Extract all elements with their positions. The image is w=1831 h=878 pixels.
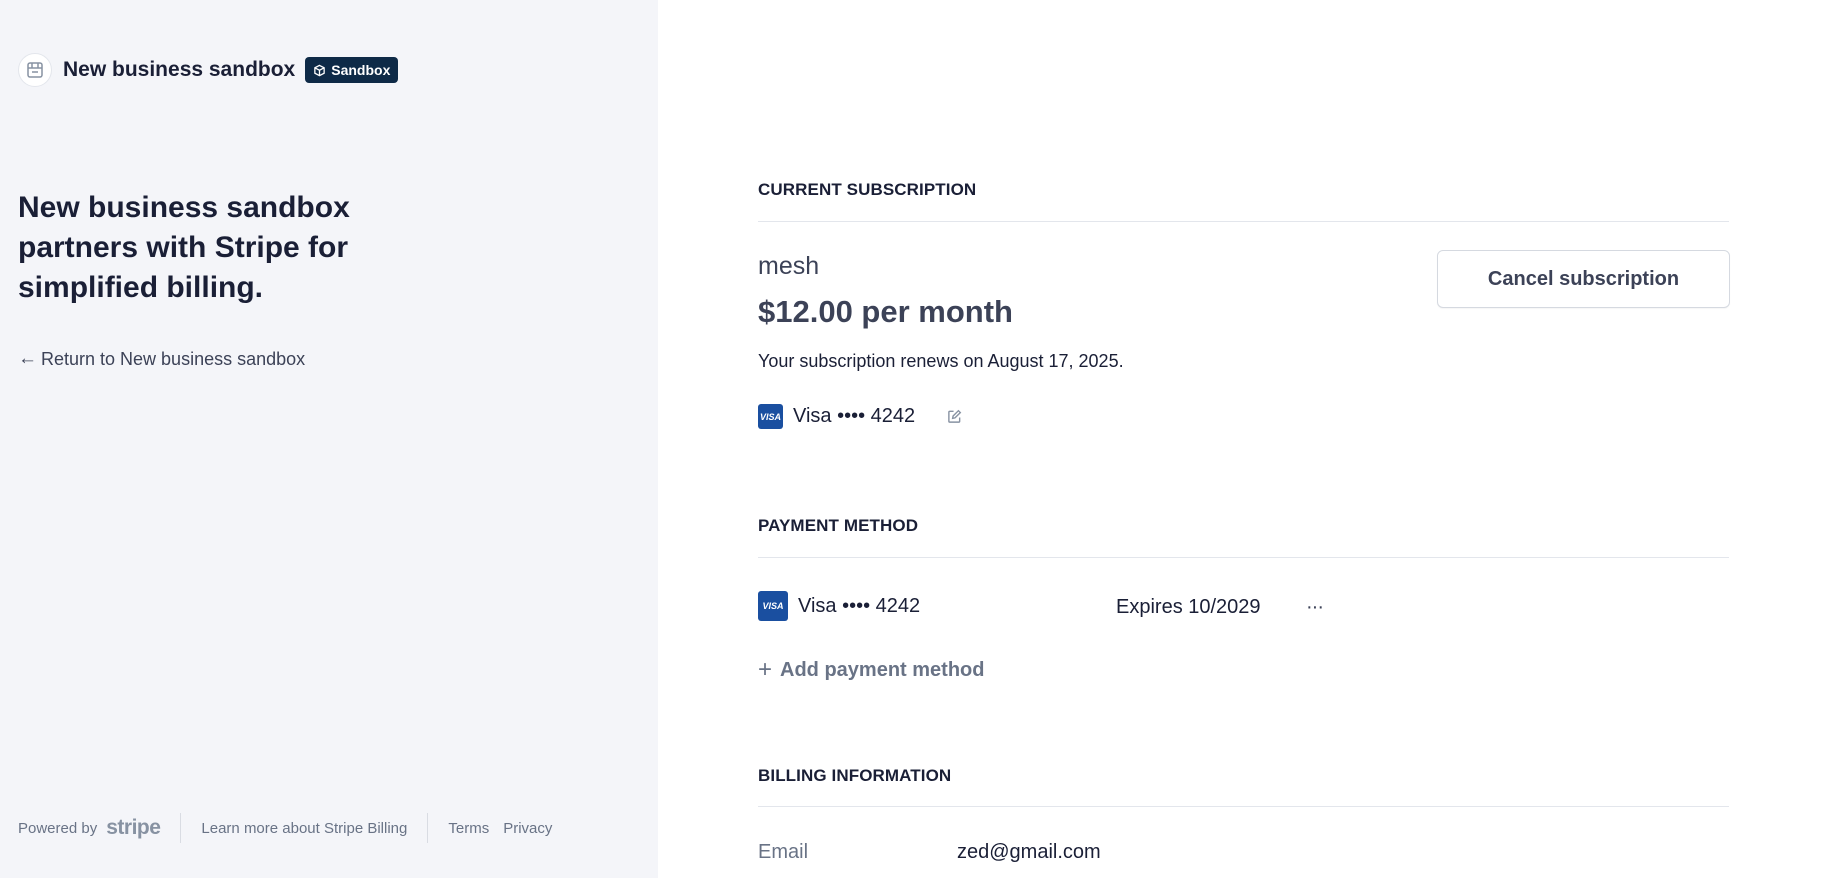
privacy-link[interactable]: Privacy bbox=[503, 820, 552, 837]
add-payment-method-label: Add payment method bbox=[780, 658, 985, 681]
billing-information-title: BILLING INFORMATION bbox=[758, 766, 952, 785]
payment-method-title: PAYMENT METHOD bbox=[758, 516, 919, 535]
sandbox-badge: Sandbox bbox=[305, 57, 399, 83]
business-brand: New business sandbox Sandbox bbox=[18, 52, 399, 88]
footer-divider bbox=[180, 813, 182, 843]
email-value: zed@gmail.com bbox=[957, 841, 1101, 863]
edit-icon[interactable] bbox=[947, 409, 962, 424]
section-divider bbox=[758, 557, 1729, 558]
learn-more-link[interactable]: Learn more about Stripe Billing bbox=[201, 820, 407, 837]
email-label: Email bbox=[758, 841, 809, 863]
visa-card-icon: VISA bbox=[758, 591, 788, 621]
cancel-subscription-button[interactable]: Cancel subscription bbox=[1437, 250, 1730, 308]
payment-method-row: VISA Visa •••• 4242 bbox=[758, 591, 920, 621]
current-subscription-title: CURRENT SUBSCRIPTION bbox=[758, 180, 977, 199]
add-payment-method-button[interactable]: + Add payment method bbox=[758, 656, 984, 684]
arrow-left-icon: ← bbox=[18, 348, 37, 369]
plan-price: $12.00 per month bbox=[758, 294, 1013, 329]
powered-by-label: Powered by bbox=[18, 819, 98, 837]
renewal-text: Your subscription renews on August 17, 2… bbox=[758, 351, 1124, 371]
subscription-card: VISA Visa •••• 4242 bbox=[758, 404, 962, 429]
section-divider bbox=[758, 221, 1729, 222]
card-expiry: Expires 10/2029 bbox=[1116, 596, 1261, 618]
terms-link[interactable]: Terms bbox=[448, 820, 489, 837]
plus-icon: + bbox=[758, 656, 773, 683]
card-label: Visa •••• 4242 bbox=[798, 594, 921, 617]
more-horizontal-icon[interactable]: ··· bbox=[1306, 596, 1324, 619]
business-name: New business sandbox bbox=[63, 58, 296, 81]
return-link-label: Return to New business sandbox bbox=[41, 348, 306, 369]
tagline: New business sandbox partners with Strip… bbox=[18, 191, 350, 304]
sandbox-cube-icon bbox=[314, 64, 326, 76]
plan-name: mesh bbox=[758, 252, 820, 280]
footer: Powered by stripe Learn more about Strip… bbox=[18, 812, 552, 844]
visa-card-icon: VISA bbox=[758, 404, 783, 429]
storefront-icon bbox=[18, 53, 52, 87]
return-link[interactable]: ← Return to New business sandbox bbox=[18, 348, 305, 370]
left-panel: New business sandbox Sandbox New busines… bbox=[0, 0, 658, 878]
stripe-logo[interactable]: stripe bbox=[106, 816, 161, 840]
card-label: Visa •••• 4242 bbox=[793, 405, 916, 427]
sandbox-badge-label: Sandbox bbox=[331, 62, 391, 78]
section-divider bbox=[758, 806, 1729, 807]
footer-divider bbox=[427, 813, 429, 843]
